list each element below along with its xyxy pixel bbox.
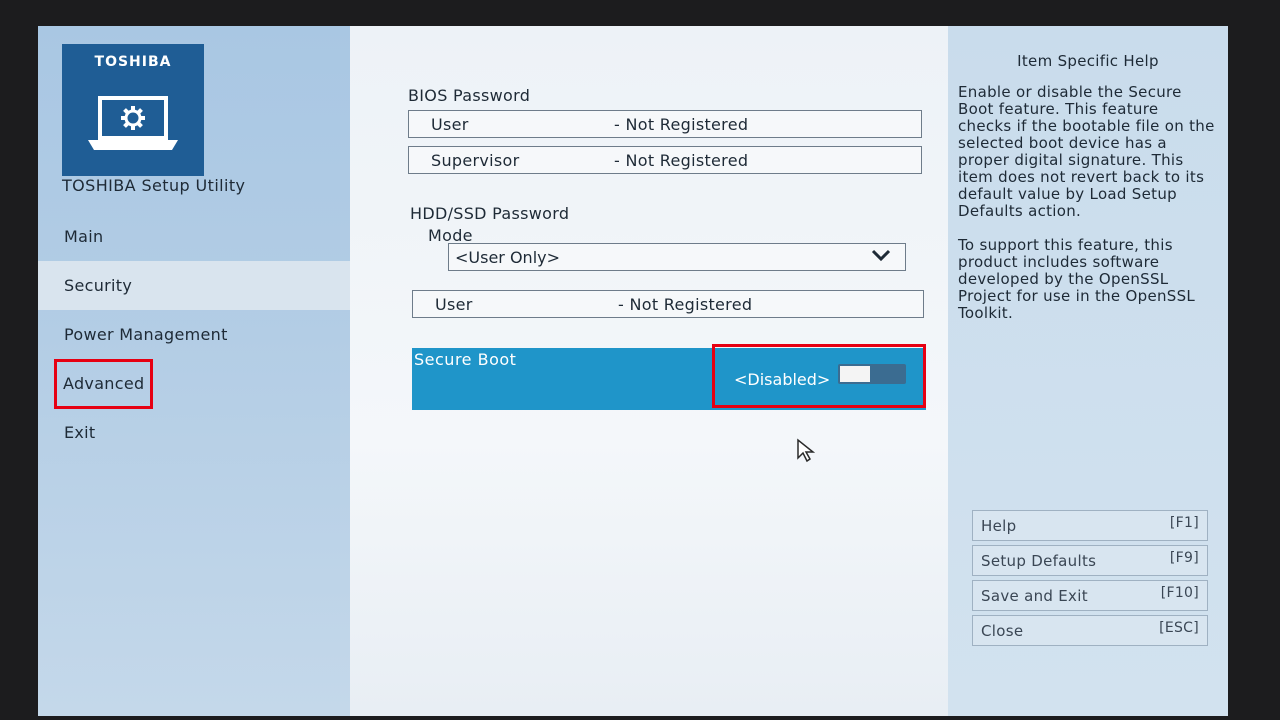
menu-item-power-management[interactable]: Power Management xyxy=(38,310,350,359)
key-shortcut: [F1] xyxy=(1169,515,1199,531)
menu-item-main[interactable]: Main xyxy=(38,212,350,261)
save-and-exit-key-button[interactable]: Save and Exit [F10] xyxy=(972,580,1208,611)
bios-screen: TOSHIBA TOSHIBA Setup Utility Main Secur… xyxy=(38,26,1228,716)
help-title: Item Specific Help xyxy=(1017,52,1159,70)
help-paragraph: To support this feature, this product in… xyxy=(958,236,1196,322)
menu-item-label: Main xyxy=(64,227,104,246)
brand-logo-text: TOSHIBA xyxy=(94,54,172,70)
key-label: Help xyxy=(981,517,1017,535)
left-panel: TOSHIBA TOSHIBA Setup Utility Main Secur… xyxy=(38,26,350,716)
menu-item-security[interactable]: Security xyxy=(38,261,350,310)
secure-boot-toggle[interactable] xyxy=(838,364,906,384)
toshiba-logo: TOSHIBA xyxy=(62,44,204,176)
menu-item-label: Power Management xyxy=(64,325,228,344)
laptop-gear-icon xyxy=(88,96,178,150)
menu-item-label: Advanced xyxy=(54,359,154,409)
select-value: <User Only> xyxy=(455,248,561,267)
secure-boot-value: <Disabled> xyxy=(734,370,831,389)
key-shortcut: [F10] xyxy=(1160,585,1199,601)
key-label: Close xyxy=(981,622,1024,640)
menu-item-label: Security xyxy=(64,276,133,295)
help-text: Enable or disable the Secure Boot featur… xyxy=(958,84,1216,339)
bios-password-title: BIOS Password xyxy=(408,86,531,105)
key-label: Setup Defaults xyxy=(981,552,1097,570)
key-shortcut: [ESC] xyxy=(1159,620,1199,636)
menu-item-advanced[interactable]: Advanced xyxy=(38,359,350,409)
mouse-cursor-icon xyxy=(797,438,816,463)
menu-item-label: Exit xyxy=(64,423,96,442)
app-title: TOSHIBA Setup Utility xyxy=(62,176,246,195)
chevron-down-icon xyxy=(871,249,891,262)
field-value: - Not Registered xyxy=(618,295,753,314)
settings-panel: BIOS Password User - Not Registered Supe… xyxy=(350,26,948,716)
field-value: - Not Registered xyxy=(614,115,749,134)
hdd-password-title: HDD/SSD Password xyxy=(410,204,570,223)
secure-boot-label: Secure Boot xyxy=(414,350,517,369)
key-shortcut: [F9] xyxy=(1169,550,1199,566)
bios-user-password-field[interactable]: User - Not Registered xyxy=(408,110,922,138)
help-paragraph: Enable or disable the Secure Boot featur… xyxy=(958,83,1215,220)
main-menu: Main Security Power Management Advanced … xyxy=(38,212,350,457)
field-label: User xyxy=(435,295,473,314)
field-label: User xyxy=(431,115,469,134)
hdd-password-mode-select[interactable]: <User Only> xyxy=(448,243,906,271)
close-key-button[interactable]: Close [ESC] xyxy=(972,615,1208,646)
field-value: - Not Registered xyxy=(614,151,749,170)
key-label: Save and Exit xyxy=(981,587,1088,605)
hdd-user-password-field[interactable]: User - Not Registered xyxy=(412,290,924,318)
help-key-button[interactable]: Help [F1] xyxy=(972,510,1208,541)
help-panel: Item Specific Help Enable or disable the… xyxy=(948,26,1228,716)
function-keys: Help [F1] Setup Defaults [F9] Save and E… xyxy=(972,510,1208,650)
toggle-knob xyxy=(840,366,870,382)
bios-supervisor-password-field[interactable]: Supervisor - Not Registered xyxy=(408,146,922,174)
secure-boot-row[interactable]: Secure Boot <Disabled> xyxy=(412,344,926,410)
setup-defaults-key-button[interactable]: Setup Defaults [F9] xyxy=(972,545,1208,576)
menu-item-exit[interactable]: Exit xyxy=(38,408,350,457)
field-label: Supervisor xyxy=(431,151,520,170)
